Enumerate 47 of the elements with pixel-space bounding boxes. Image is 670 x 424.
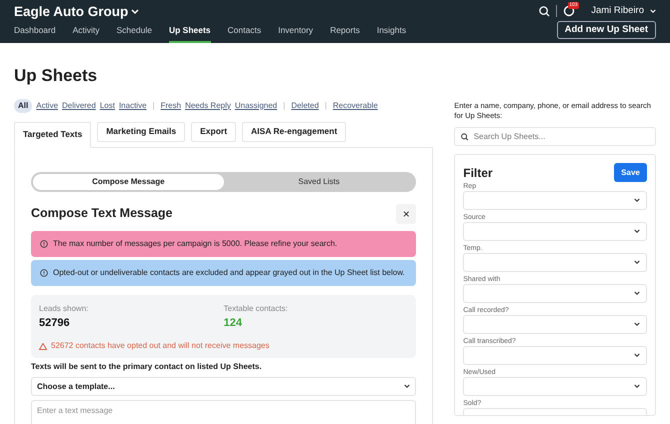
nav-tab[interactable]: Inventory [278,24,314,43]
section-title: Compose Text Message [31,205,172,222]
page-title: Up Sheets [14,65,98,87]
message-field[interactable]: Enter a text message [31,400,416,424]
nav-tab[interactable]: Insights [376,24,406,43]
tab[interactable]: Targeted Texts [14,122,92,148]
tab[interactable]: Export [191,122,236,142]
separator: | [324,100,327,112]
filter-link[interactable]: Fresh [160,100,182,112]
filter-link[interactable]: All [14,98,32,112]
filter-link[interactable]: Deleted [291,100,319,112]
nav-tab[interactable]: Schedule [116,24,152,43]
close-button[interactable]: × [396,204,416,224]
alert-text: The max number of messages per campaign is 5000. Please refine your search. [53,238,338,250]
note-text: Texts will be sent to the primary contact on listed Up Sheets. [31,361,263,373]
filter-link[interactable]: Delivered [62,100,96,112]
nav-tab[interactable]: Contacts [228,24,262,43]
warning-text: 52672 contacts have opted out and will not receive messages [51,340,270,352]
segment-tab[interactable]: Compose Message [33,174,224,190]
filter-link[interactable]: Needs Reply [185,100,231,112]
search-field[interactable]: Search Up Sheets... [454,127,656,146]
template-select[interactable]: Choose a template... [31,377,416,396]
filter-title: Filter [463,164,493,182]
search-input[interactable]: Search Up Sheets... [474,130,649,142]
nav-tab[interactable]: Up Sheets [168,24,211,43]
add-up-sheet-button[interactable]: Add new Up Sheet [556,20,656,39]
tab[interactable]: Marketing Emails [97,122,186,142]
filter-link[interactable]: Lost [100,100,115,112]
brand-name[interactable]: Eagle Auto Group [14,2,128,22]
filter-link[interactable]: Unassigned [234,100,278,112]
stat-label: Leads shown: [39,302,90,314]
nav-tab[interactable]: Activity [72,24,100,43]
separator: | [283,100,286,112]
stat-label: Textable contacts: [224,302,289,314]
filter-link[interactable]: Active [36,100,58,112]
segment-tab[interactable]: Saved Lists [224,174,414,190]
stat-value: 52796 [39,316,71,330]
tab[interactable]: AISA Re-engagement [242,122,346,142]
nav-tab[interactable]: Dashboard [14,24,56,43]
stat-value: 124 [224,316,243,330]
alert-text: Opted-out or undeliverable contacts are excluded and appear grayed out in the Up Sheet list below. [53,266,405,278]
save-button[interactable]: Save [614,163,647,182]
nav-tab[interactable]: Reports [330,24,360,43]
separator: | [152,100,155,112]
filter-link[interactable]: Inactive [118,100,147,112]
filter-link[interactable]: Recoverable [332,100,378,112]
user-menu[interactable]: Jami Ribeiro [591,4,644,19]
